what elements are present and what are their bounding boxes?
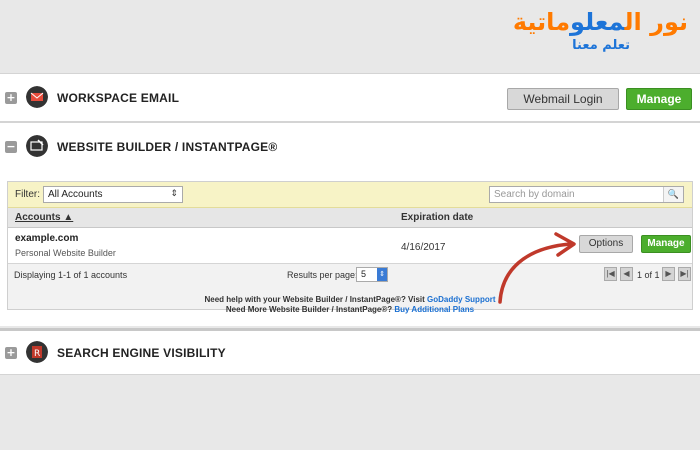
accounts-panel: Filter: All Accounts ⇕ Search by domain … [7, 181, 693, 310]
site-logo: نور المعلوماتية تعلم معنا [508, 8, 688, 60]
email-product-icon [26, 86, 48, 108]
help-line-2: Need More Website Builder / InstantPage®… [225, 305, 475, 314]
svg-text:R: R [34, 349, 40, 359]
results-per-page-select[interactable]: 5 ⇕ [356, 267, 388, 282]
table-row: example.com Personal Website Builder 4/1… [8, 228, 692, 264]
workspace-email-section: + WORKSPACE EMAIL Webmail Login Manage [0, 73, 700, 122]
filter-bar: Filter: All Accounts ⇕ Search by domain … [8, 182, 692, 208]
annotation-arrow-icon [498, 232, 576, 304]
filter-label: Filter: [15, 189, 40, 200]
expand-icon[interactable]: + [5, 347, 17, 359]
accounts-column-header[interactable]: Accounts ▲ [15, 212, 73, 223]
collapse-icon[interactable]: − [5, 141, 17, 153]
workspace-email-title: WORKSPACE EMAIL [57, 91, 180, 105]
webmail-login-button[interactable]: Webmail Login [507, 88, 619, 110]
logo-title: نور المعلوماتية [512, 8, 688, 36]
options-button[interactable]: Options [579, 235, 633, 253]
website-builder-product-icon [26, 135, 48, 157]
page-indicator: 1 of 1 [637, 270, 660, 280]
last-page-icon[interactable]: ▶| [678, 267, 691, 281]
website-builder-section: − WEBSITE BUILDER / INSTANTPAGE® Filter:… [0, 122, 700, 326]
account-domain: example.com [15, 233, 79, 244]
filter-select[interactable]: All Accounts ⇕ [43, 186, 183, 203]
select-arrows-icon: ⇕ [170, 188, 178, 198]
website-builder-title: WEBSITE BUILDER / INSTANTPAGE® [57, 140, 278, 154]
prev-page-icon[interactable]: ◀ [620, 267, 633, 281]
logo-tagline: تعلم معنا [572, 38, 630, 53]
search-engine-visibility-section: + R SEARCH ENGINE VISIBILITY [0, 328, 700, 375]
email-manage-button[interactable]: Manage [626, 88, 692, 110]
spinner-icon: ⇕ [377, 268, 387, 281]
builder-manage-button[interactable]: Manage [641, 235, 691, 253]
first-page-icon[interactable]: |◀ [604, 267, 617, 281]
search-icon[interactable]: 🔍 [663, 187, 683, 202]
expand-icon[interactable]: + [5, 92, 17, 104]
seo-header: + R SEARCH ENGINE VISIBILITY [0, 331, 700, 377]
website-builder-header: − WEBSITE BUILDER / INSTANTPAGE® [0, 123, 700, 169]
pagination-bar: Displaying 1-1 of 1 accounts Results per… [8, 264, 692, 286]
expiration-date: 4/16/2017 [401, 242, 446, 253]
next-page-icon[interactable]: ▶ [662, 267, 675, 281]
seo-product-icon: R [26, 341, 48, 363]
account-type: Personal Website Builder [15, 248, 116, 258]
buy-plans-link[interactable]: Buy Additional Plans [394, 305, 474, 314]
domain-search-input[interactable]: Search by domain 🔍 [489, 186, 684, 203]
help-line-1: Need help with your Website Builder / In… [204, 295, 496, 304]
seo-title: SEARCH ENGINE VISIBILITY [57, 346, 226, 360]
displaying-count: Displaying 1-1 of 1 accounts [14, 270, 128, 280]
results-per-page-label: Results per page: [287, 270, 358, 280]
table-header: Accounts ▲ Expiration date [8, 208, 692, 228]
expiration-column-header: Expiration date [401, 212, 474, 223]
